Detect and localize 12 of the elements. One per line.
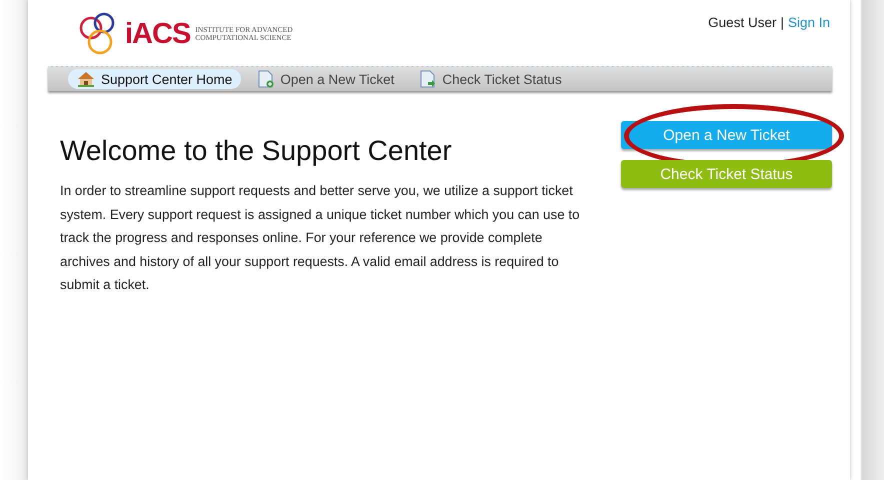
intro-paragraph: In order to streamline support requests and better serve you, we utilize a support ticket system. Every support request is assigned a unique ticket number which you can use to track the progress and responses online. For your reference we provide complete archives and history of all your support requests. A valid email address is required to submit a ticket. xyxy=(60,182,581,294)
logo-wordmark: iACS xyxy=(125,18,190,50)
page-heading: Welcome to the Support Center xyxy=(60,135,453,167)
house-icon xyxy=(77,71,95,87)
nav-tab[interactable]: Open a New Ticket xyxy=(249,68,404,90)
nav-tab[interactable]: Check Ticket Status xyxy=(411,68,571,90)
guest-user-label: Guest User xyxy=(708,15,776,30)
document-plus-icon xyxy=(258,70,274,88)
sign-in-link[interactable]: Sign In xyxy=(788,15,830,30)
separator: | xyxy=(780,15,784,30)
document-arrow-icon xyxy=(420,70,436,88)
nav-tab[interactable]: Support Center Home xyxy=(68,69,242,89)
